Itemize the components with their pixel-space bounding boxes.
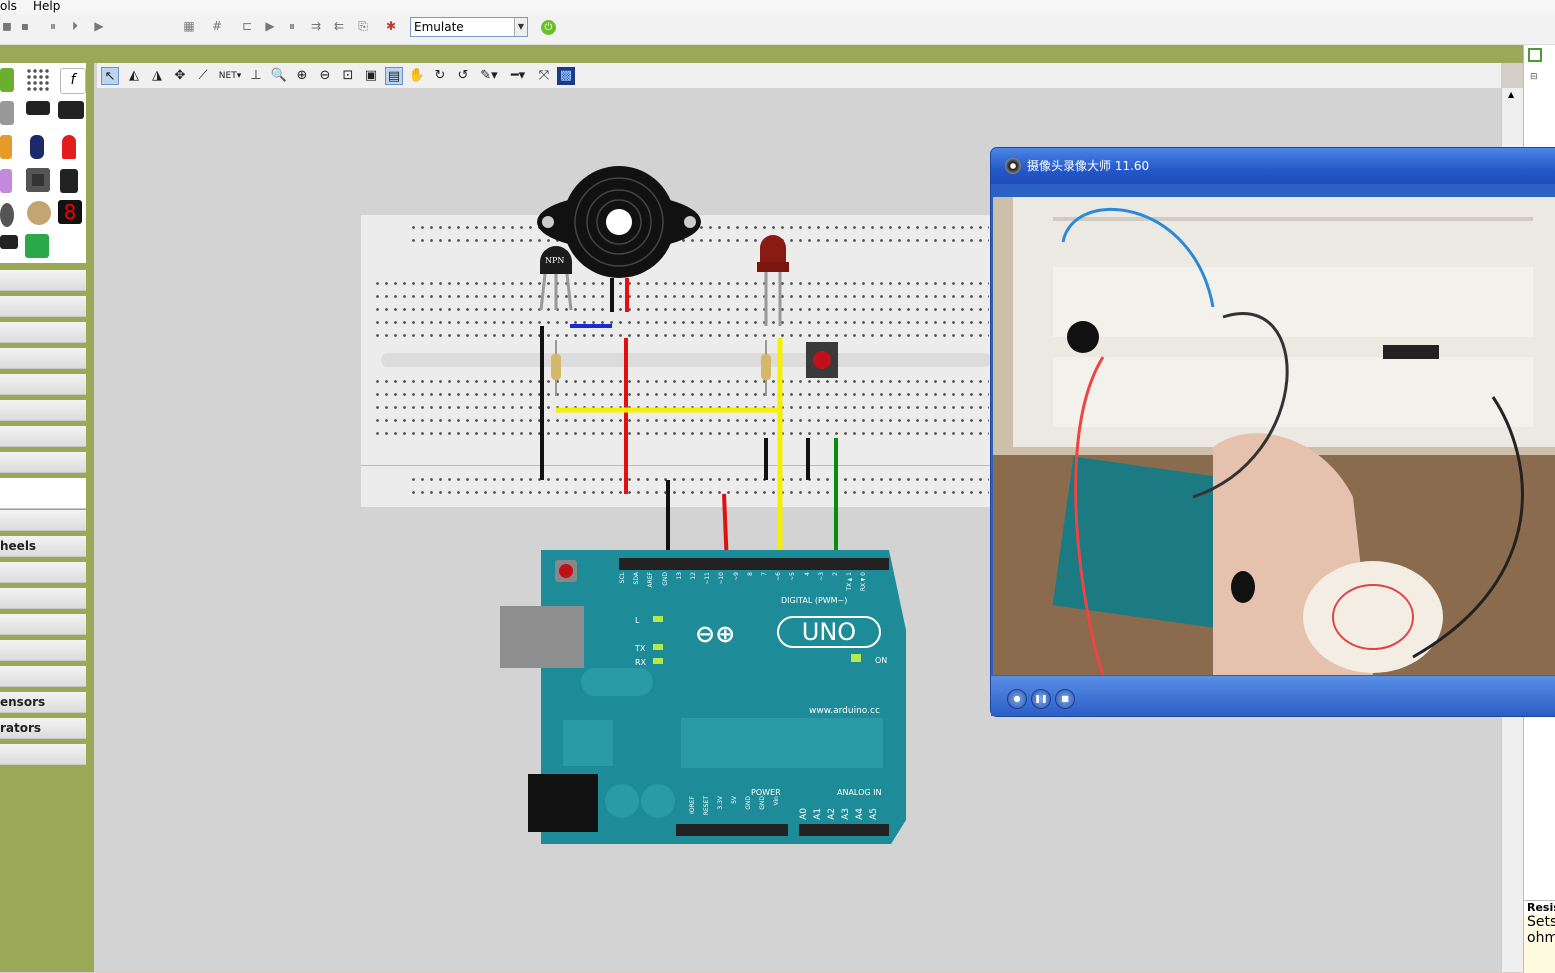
led-l [653, 616, 663, 622]
pin-label: 12 [690, 572, 697, 580]
pin-label: GND [759, 796, 766, 810]
analog-pin-labels: A0 A1 A2 A3 A4 A5 [799, 808, 889, 822]
pin-label: SCL [619, 572, 626, 584]
capacitor-1 [605, 784, 639, 818]
usb-port [500, 606, 584, 668]
pin-label: GND [745, 796, 752, 810]
resistor-1[interactable] [551, 340, 561, 396]
crystal [581, 668, 653, 696]
board-name: UNO [777, 616, 881, 648]
header-analog [799, 824, 889, 836]
pin-label: ~6 [775, 572, 783, 581]
pin-label: ~3 [817, 572, 825, 581]
pin-label: 13 [675, 572, 683, 580]
pin-label: 2 [832, 572, 839, 576]
analog-pin-label: A3 [841, 808, 851, 820]
website-label: www.arduino.cc [809, 706, 880, 716]
camera-controls-bar: ● ❚❚ ■ [991, 676, 1555, 716]
atmega-chip [681, 718, 883, 768]
pin-label: 7 [761, 572, 768, 576]
pin-label: IOREF [689, 796, 696, 814]
analog-pin-label: A4 [855, 808, 865, 820]
record-icon[interactable]: ● [1007, 689, 1027, 709]
pin-label: SDA [633, 572, 641, 585]
header-digital-right [777, 558, 889, 570]
analog-pin-label: A5 [869, 808, 879, 820]
pin-label: Vin [773, 796, 780, 806]
led-tx-label: TX [635, 644, 646, 653]
camera-window-title: 摄像头录像大师 11.60 [1027, 159, 1150, 173]
pin-label: 5V [731, 796, 738, 804]
pin-label: RESET [703, 796, 710, 816]
pin-label: ~5 [789, 572, 797, 581]
pin-label: 4 [803, 572, 811, 576]
camera-recorder-window[interactable]: 摄像头录像大师 11.60 ● ❚❚ ■ [991, 148, 1555, 716]
analog-label: ANALOG IN [837, 788, 882, 797]
property-line-1: Sets [1527, 914, 1555, 930]
pin-label: RX◄0 [860, 572, 868, 592]
led-on [851, 654, 861, 662]
header-digital-left [619, 558, 787, 570]
camera-video-feed [993, 197, 1555, 675]
led-rx [653, 658, 663, 664]
webcam-icon [1005, 158, 1021, 174]
pause-icon[interactable]: ❚❚ [1031, 689, 1051, 709]
pin-label: 3.3V [717, 796, 724, 810]
led-l-label: L [635, 616, 640, 625]
on-label: ON [875, 656, 888, 665]
pin-label: 8 [746, 572, 754, 576]
pin-label: TX►1 [846, 572, 854, 591]
reset-button[interactable] [559, 564, 573, 578]
analog-pin-label: A0 [799, 808, 809, 820]
power-pin-labels: IOREF RESET 3.3V 5V GND GND Vin [689, 796, 787, 822]
regulator [563, 720, 613, 766]
pin-label: ~9 [732, 572, 740, 581]
property-heading: Resis [1524, 901, 1555, 914]
pin-label: ~10 [718, 572, 726, 585]
arduino-uno-board[interactable]: DIGITAL (PWM~) L TX RX ON ⊖⊕ UNO www.ard… [500, 550, 906, 844]
power-jack [528, 774, 598, 832]
led-tx [653, 644, 663, 650]
capacitor-2 [641, 784, 675, 818]
led-rx-label: RX [635, 658, 647, 667]
red-led[interactable] [757, 235, 789, 326]
video-frame [993, 197, 1555, 675]
analog-pin-label: A1 [813, 808, 823, 820]
reset-button-frame [555, 560, 577, 582]
pin-label: AREF [647, 572, 655, 588]
transistor-label: NPN [545, 256, 565, 265]
pin-label: GND [661, 572, 669, 586]
digital-pin-labels: SCL SDA AREF GND 13 12 ~11 ~10 ~9 8 7 ~6 ~5 4 ~3 2 TX►1 R… [619, 572, 889, 598]
property-info-box: Resis Sets ohm [1524, 900, 1555, 973]
property-line-2: ohm [1527, 930, 1555, 946]
camera-window-titlebar[interactable]: 摄像头录像大师 11.60 [991, 148, 1555, 184]
pushbutton[interactable] [806, 342, 838, 378]
analog-pin-label: A2 [827, 808, 837, 820]
infinity-logo-icon: ⊖⊕ [695, 620, 736, 648]
pin-label: ~11 [704, 572, 712, 585]
stop-icon[interactable]: ■ [1055, 689, 1075, 709]
header-power [676, 824, 788, 836]
resistor-2[interactable] [761, 340, 771, 396]
